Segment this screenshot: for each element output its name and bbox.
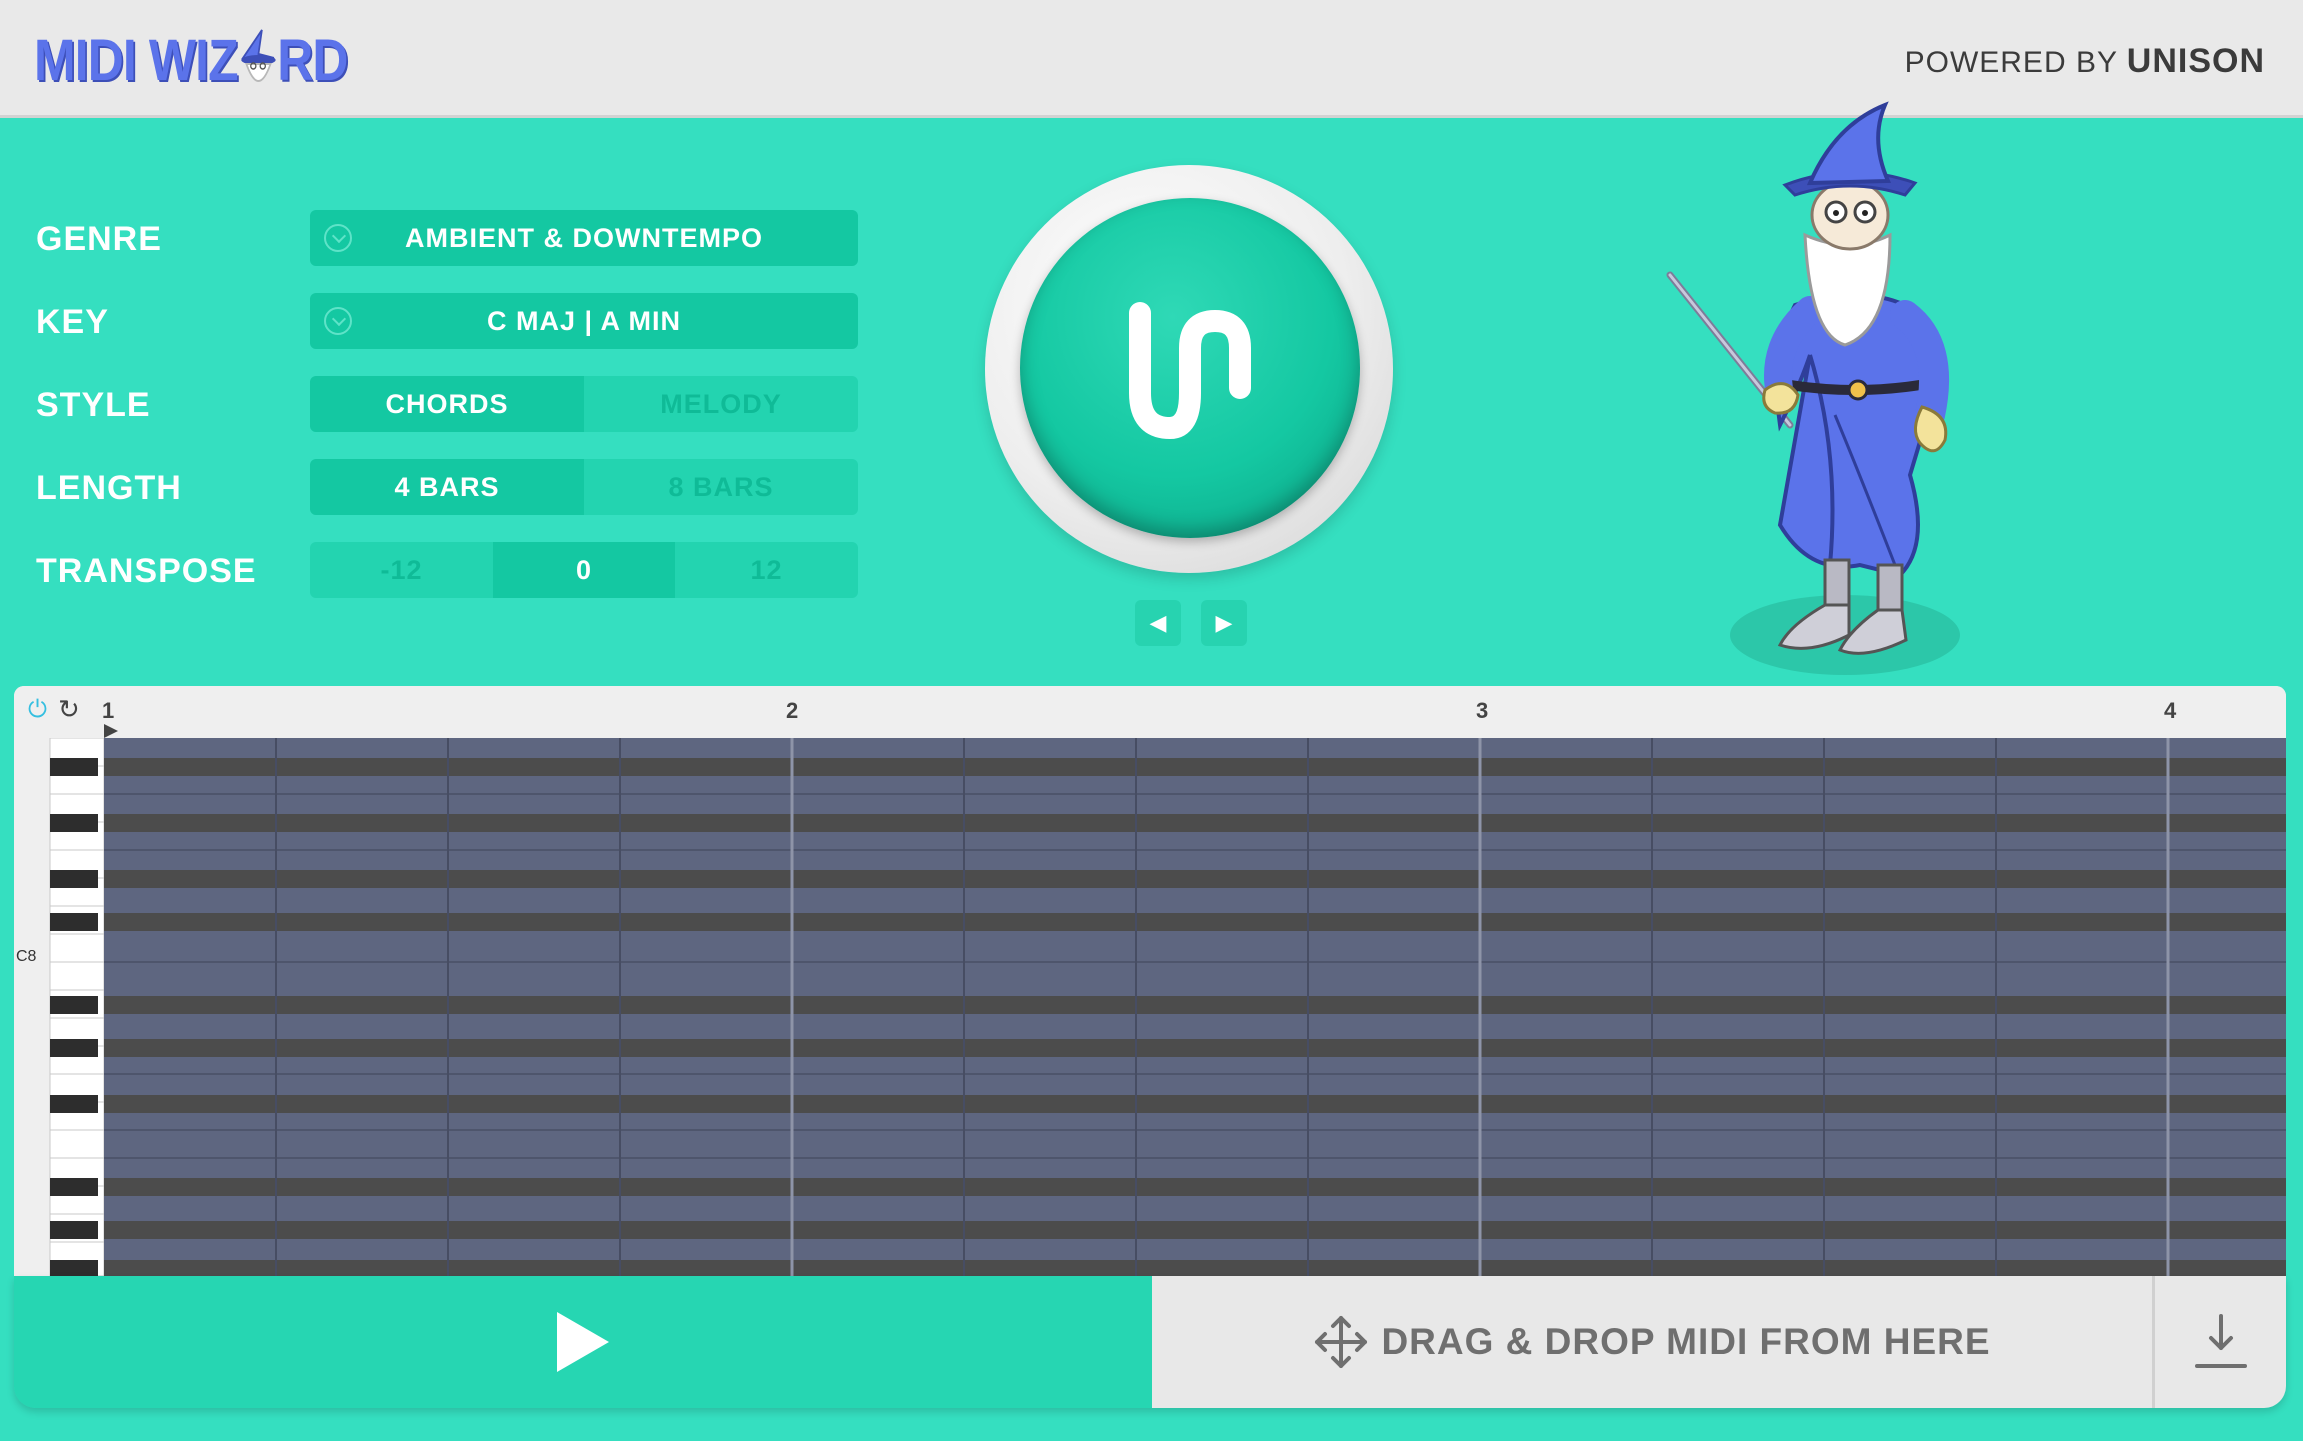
piano-keys-graphic[interactable]	[14, 737, 105, 1276]
style-label: STYLE	[36, 386, 151, 424]
bar-number-1: 1	[102, 698, 115, 723]
logo-text-right: RD	[277, 27, 348, 93]
unison-logo-icon	[1129, 302, 1251, 439]
bar-number-2: 2	[786, 698, 799, 723]
logo-text-left: MIDI WIZ	[34, 27, 239, 93]
octave-label-c8: C8	[16, 948, 37, 965]
transpose-option-minus-12[interactable]: -12	[310, 542, 493, 598]
bar-number-3: 3	[1476, 698, 1489, 723]
bar-ruler[interactable]: ⏻ ↻ 1 2 3 4	[14, 686, 2286, 738]
genre-label: GENRE	[36, 220, 162, 258]
triangle-left-icon: ◀	[1149, 610, 1167, 635]
key-dropdown[interactable]: C MAJ | A MIN	[310, 293, 858, 349]
length-label: LENGTH	[36, 469, 182, 507]
powered-by[interactable]: POWERED BY UNISON	[1905, 42, 2265, 81]
bottom-bar: DRAG & DROP MIDI FROM HERE	[14, 1276, 2286, 1408]
style-option-melody[interactable]: MELODY	[584, 376, 858, 432]
next-pattern-button[interactable]: ▶	[1201, 600, 1247, 646]
genre-value: AMBIENT & DOWNTEMPO	[405, 222, 763, 253]
chevron-down-icon	[324, 307, 352, 335]
length-option-8-bars[interactable]: 8 BARS	[584, 459, 858, 515]
wizard-hat-logo-icon	[241, 29, 276, 82]
transpose-toggle: -12 0 12	[310, 542, 858, 598]
key-label: KEY	[36, 303, 109, 341]
loop-icon[interactable]: ↻	[58, 694, 80, 725]
transpose-option-0[interactable]: 0	[493, 542, 675, 598]
download-button[interactable]	[2152, 1276, 2286, 1408]
piano-roll[interactable]: ⏻ ↻ 1 2 3 4 C8	[14, 686, 2286, 1276]
wizard-character-illustration	[1666, 101, 1960, 675]
power-icon[interactable]: ⏻	[28, 696, 47, 724]
download-icon	[2194, 1314, 2247, 1368]
length-toggle: 4 BARS 8 BARS	[310, 459, 858, 515]
genre-dropdown[interactable]: AMBIENT & DOWNTEMPO	[310, 210, 858, 266]
style-option-chords[interactable]: CHORDS	[310, 376, 584, 432]
drag-drop-label: DRAG & DROP MIDI FROM HERE	[1381, 1321, 1991, 1362]
play-button[interactable]	[14, 1276, 1152, 1408]
play-icon	[557, 1312, 609, 1372]
length-option-4-bars[interactable]: 4 BARS	[310, 459, 584, 515]
powered-by-label: POWERED BY	[1904, 46, 2118, 79]
move-arrows-icon	[1315, 1316, 1368, 1368]
drag-drop-midi-area[interactable]: DRAG & DROP MIDI FROM HERE	[1152, 1276, 2152, 1408]
piano-keyboard[interactable]: C8	[14, 737, 105, 1276]
chevron-down-icon	[324, 224, 352, 252]
brand-name: UNISON	[2126, 42, 2265, 80]
style-toggle: CHORDS MELODY	[310, 376, 858, 432]
playhead-marker[interactable]	[104, 724, 118, 738]
note-grid[interactable]	[104, 738, 2286, 1276]
bar-number-4: 4	[2164, 698, 2177, 723]
transpose-option-12[interactable]: 12	[675, 542, 858, 598]
triangle-right-icon: ▶	[1215, 610, 1233, 635]
transpose-label: TRANSPOSE	[36, 552, 257, 590]
previous-pattern-button[interactable]: ◀	[1135, 600, 1181, 646]
generate-button[interactable]	[1020, 198, 1360, 538]
midi-wizard-logo: MIDI WIZ RD	[34, 18, 348, 102]
key-value: C MAJ | A MIN	[486, 305, 682, 336]
